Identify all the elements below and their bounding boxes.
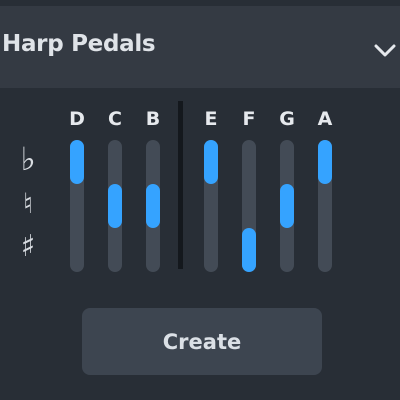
- pedal-knob-f[interactable]: [242, 228, 256, 272]
- pedal-divider: [178, 101, 183, 269]
- pedal-label-d: D: [69, 108, 85, 130]
- pedal-track-a[interactable]: [318, 140, 332, 272]
- chevron-down-icon: [374, 44, 396, 57]
- pedal-track-b[interactable]: [146, 140, 160, 272]
- collapse-button[interactable]: [370, 38, 400, 64]
- sharp-symbol: ♯: [20, 229, 36, 264]
- harp-pedals-panel: Harp Pedals ♭ ♮ ♯ D C B E F G A Create: [0, 0, 400, 400]
- pedal-knob-a[interactable]: [318, 140, 332, 184]
- pedal-track-d[interactable]: [70, 140, 84, 272]
- pedal-track-g[interactable]: [280, 140, 294, 272]
- pedal-knob-d[interactable]: [70, 140, 84, 184]
- pedal-knob-c[interactable]: [108, 184, 122, 228]
- pedal-knob-e[interactable]: [204, 140, 218, 184]
- pedal-track-f[interactable]: [242, 140, 256, 272]
- natural-symbol: ♮: [22, 187, 33, 220]
- panel-header[interactable]: Harp Pedals: [0, 6, 400, 88]
- panel-title: Harp Pedals: [2, 31, 156, 57]
- flat-symbol: ♭: [20, 140, 36, 178]
- pedal-label-f: F: [242, 108, 256, 130]
- pedal-knob-b[interactable]: [146, 184, 160, 228]
- pedal-track-c[interactable]: [108, 140, 122, 272]
- pedal-label-e: E: [204, 108, 218, 130]
- pedal-label-g: G: [279, 108, 295, 130]
- pedal-label-b: B: [145, 108, 161, 130]
- pedal-track-e[interactable]: [204, 140, 218, 272]
- create-button[interactable]: Create: [82, 308, 322, 375]
- pedal-label-c: C: [108, 108, 122, 130]
- pedal-knob-g[interactable]: [280, 184, 294, 228]
- pedal-label-a: A: [317, 108, 333, 130]
